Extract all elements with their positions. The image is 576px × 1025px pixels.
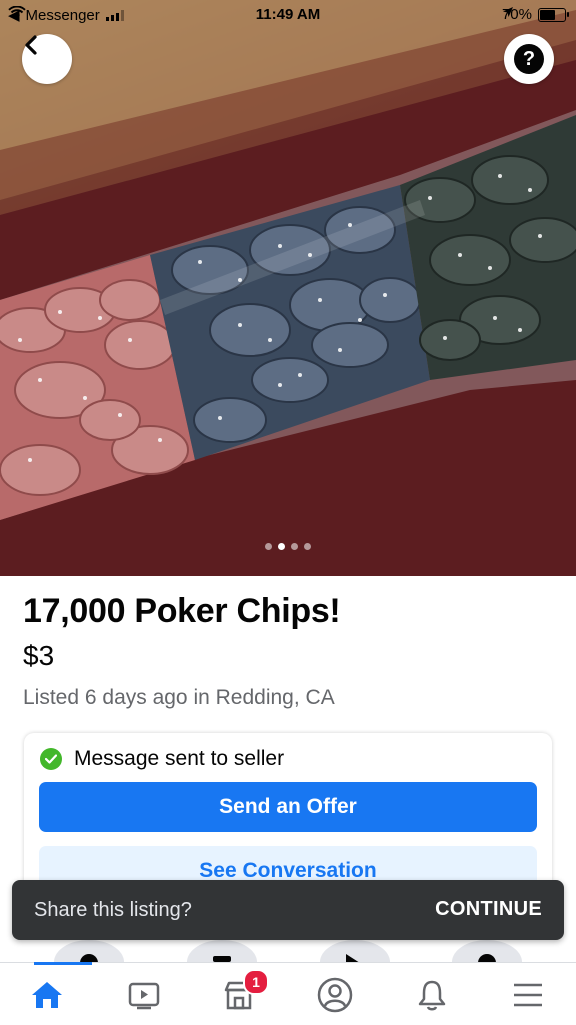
action-save-icon[interactable] <box>187 940 257 962</box>
tab-marketplace[interactable]: 1 <box>209 969 269 1017</box>
battery-icon <box>538 7 569 22</box>
tab-notifications[interactable] <box>402 973 462 1017</box>
tab-menu[interactable] <box>498 973 558 1017</box>
listing-photo[interactable]: ◀ Messenger 11:49 AM 70% ? <box>0 0 576 576</box>
listing-actions-row <box>0 940 576 962</box>
snackbar-text: Share this listing? <box>34 899 192 921</box>
active-tab-indicator <box>34 962 92 965</box>
status-bar: ◀ Messenger 11:49 AM 70% <box>0 0 576 30</box>
marketplace-badge: 1 <box>243 969 269 995</box>
listing-price: $3 <box>23 640 55 671</box>
action-share-icon[interactable] <box>320 940 390 962</box>
carousel-dot <box>304 543 311 550</box>
tab-watch[interactable] <box>114 973 174 1017</box>
video-icon <box>128 982 160 1010</box>
status-time: 11:49 AM <box>255 6 321 23</box>
question-mark-icon: ? <box>514 44 544 74</box>
carousel-dot <box>278 543 285 550</box>
carousel-dot <box>265 543 272 550</box>
home-icon <box>32 982 62 1008</box>
tab-bar: 1 <box>0 962 576 1025</box>
listing-title: 17,000 Poker Chips! <box>23 592 341 630</box>
check-circle-icon <box>40 748 62 770</box>
share-snackbar: Share this listing? CONTINUE <box>12 880 564 940</box>
continue-button[interactable]: CONTINUE <box>435 898 542 921</box>
action-more-icon[interactable] <box>452 940 522 962</box>
profile-icon <box>317 977 353 1013</box>
action-message-icon[interactable] <box>54 940 124 962</box>
tab-profile[interactable] <box>305 973 365 1017</box>
carousel-indicator <box>0 543 576 550</box>
chevron-left-icon <box>25 35 37 55</box>
listing-meta: Listed 6 days ago in Redding, CA <box>23 686 335 709</box>
status-right: 70% <box>502 6 569 23</box>
message-status-row: Message sent to seller <box>40 747 284 771</box>
send-offer-button[interactable]: Send an Offer <box>39 782 537 832</box>
menu-icon <box>514 983 542 1007</box>
bell-icon <box>418 980 446 1011</box>
back-button[interactable] <box>22 34 72 84</box>
poker-chips-image <box>0 0 576 576</box>
tab-home[interactable] <box>17 973 77 1017</box>
carousel-dot <box>291 543 298 550</box>
message-status-text: Message sent to seller <box>74 747 285 770</box>
help-button[interactable]: ? <box>504 34 554 84</box>
location-arrow-icon <box>502 7 513 17</box>
